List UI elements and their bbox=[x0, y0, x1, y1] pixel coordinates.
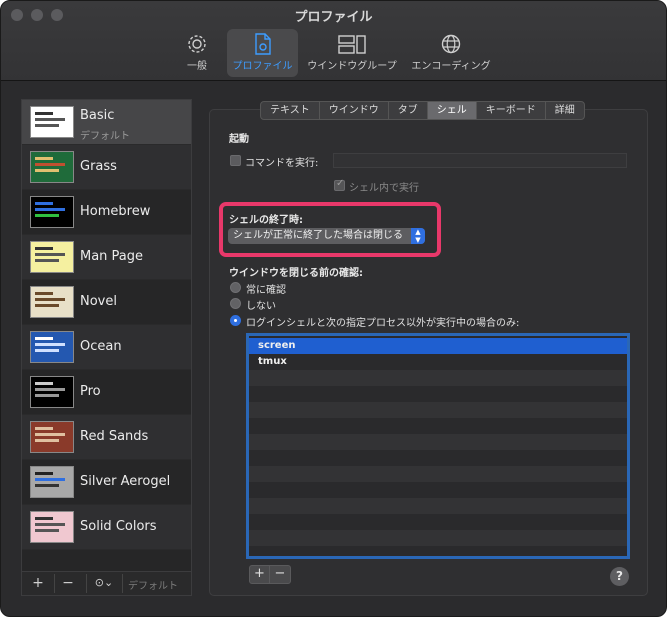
profile-document-icon bbox=[254, 33, 271, 55]
remove-process-button[interactable]: − bbox=[270, 566, 290, 583]
tab-text[interactable]: テキスト bbox=[261, 102, 320, 119]
run-command-field[interactable] bbox=[333, 153, 627, 168]
profile-item-novel[interactable]: Novel bbox=[22, 280, 191, 325]
gear-icon bbox=[188, 35, 206, 53]
confirm-never-label: しない bbox=[246, 301, 276, 312]
titlebar: プロファイル 一般 プロファイル ウインドウグループ エンコーディング bbox=[1, 1, 666, 81]
profile-name: Homebrew bbox=[80, 204, 151, 219]
profile-name: Pro bbox=[80, 384, 101, 399]
profile-thumbnail bbox=[30, 151, 74, 183]
profile-action-menu-button[interactable]: ⊙⌄ bbox=[90, 574, 118, 593]
window-group-icon bbox=[338, 35, 366, 54]
startup-heading: 起動 bbox=[229, 134, 249, 145]
profile-name: Silver Aerogel bbox=[80, 474, 171, 489]
close-confirm-heading: ウインドウを閉じる前の確認: bbox=[229, 268, 363, 279]
profile-thumbnail bbox=[30, 286, 74, 318]
settings-tabs: テキスト ウインドウ タブ シェル キーボード 詳細 bbox=[260, 101, 585, 120]
profile-list-footer: + − ⊙⌄ デフォルト bbox=[22, 571, 191, 595]
profile-item-pro[interactable]: Pro bbox=[22, 370, 191, 415]
profile-item-red-sands[interactable]: Red Sands bbox=[22, 415, 191, 460]
shell-exit-popup[interactable]: シェルが正常に終了した場合は閉じる ▲ ▼ bbox=[228, 228, 425, 244]
run-in-shell-label: シェル内で実行 bbox=[349, 183, 419, 194]
shell-exit-heading: シェルの終了時: bbox=[229, 215, 303, 226]
help-button[interactable]: ? bbox=[610, 567, 629, 586]
toolbar-profiles[interactable]: プロファイル bbox=[227, 29, 298, 77]
default-profile-label: デフォルト bbox=[80, 131, 130, 142]
profile-name: Ocean bbox=[80, 339, 122, 354]
tab-tab[interactable]: タブ bbox=[389, 102, 428, 119]
profile-item-solid-colors[interactable]: Solid Colors bbox=[22, 505, 191, 550]
profile-item-ocean[interactable]: Ocean bbox=[22, 325, 191, 370]
globe-icon bbox=[441, 34, 461, 54]
profile-thumbnail bbox=[30, 241, 74, 273]
tab-window[interactable]: ウインドウ bbox=[320, 102, 389, 119]
add-process-button[interactable]: + bbox=[250, 566, 270, 583]
confirm-always-radio[interactable] bbox=[230, 282, 241, 293]
toolbar-profiles-label: プロファイル bbox=[232, 61, 293, 72]
preferences-window: プロファイル 一般 プロファイル ウインドウグループ エンコーディング Basi… bbox=[0, 0, 667, 617]
toolbar-encodings-label: エンコーディング bbox=[411, 61, 491, 72]
toolbar-window-groups-label: ウインドウグループ bbox=[307, 61, 397, 72]
profile-item-homebrew[interactable]: Homebrew bbox=[22, 190, 191, 235]
confirm-always-label: 常に確認 bbox=[246, 285, 286, 296]
profile-thumbnail bbox=[30, 196, 74, 228]
run-command-label: コマンドを実行: bbox=[245, 158, 319, 169]
profile-thumbnail bbox=[30, 331, 74, 363]
set-default-button[interactable]: デフォルト bbox=[128, 577, 178, 592]
profile-thumbnail bbox=[30, 376, 74, 408]
profile-thumbnail bbox=[30, 106, 74, 138]
profile-name: Novel bbox=[80, 294, 117, 309]
toolbar-general[interactable]: 一般 bbox=[171, 29, 223, 77]
process-item[interactable]: tmux bbox=[249, 354, 627, 370]
run-command-checkbox[interactable] bbox=[230, 155, 241, 166]
profile-item-grass[interactable]: Grass bbox=[22, 145, 191, 190]
toolbar-window-groups[interactable]: ウインドウグループ bbox=[303, 29, 401, 77]
profile-item-basic[interactable]: Basic デフォルト bbox=[22, 100, 191, 145]
run-in-shell-checkbox[interactable] bbox=[334, 178, 345, 191]
profile-name: Red Sands bbox=[80, 429, 149, 444]
window-title: プロファイル bbox=[294, 10, 373, 25]
confirm-if-processes-label: ログインシェルと次の指定プロセス以外が実行中の場合のみ: bbox=[246, 318, 520, 329]
profile-item-silver-aerogel[interactable]: Silver Aerogel bbox=[22, 460, 191, 505]
profile-list[interactable]: Basic デフォルト Grass Homebrew Man Page Nove… bbox=[21, 99, 192, 596]
profile-name: Grass bbox=[80, 159, 117, 174]
toolbar-general-label: 一般 bbox=[187, 61, 207, 72]
shell-exit-selected-option: シェルが正常に終了した場合は閉じる bbox=[233, 230, 403, 241]
remove-profile-button[interactable]: − bbox=[56, 574, 80, 593]
profile-name: Solid Colors bbox=[80, 519, 157, 534]
toolbar-encodings[interactable]: エンコーディング bbox=[407, 29, 495, 77]
profile-thumbnail bbox=[30, 511, 74, 543]
profile-name: Man Page bbox=[80, 249, 144, 264]
process-list[interactable]: screen tmux bbox=[246, 333, 630, 559]
chevron-up-down-icon: ▲ ▼ bbox=[411, 228, 425, 244]
tab-advanced[interactable]: 詳細 bbox=[546, 102, 584, 119]
confirm-if-processes-radio[interactable] bbox=[230, 315, 241, 326]
profile-item-man-page[interactable]: Man Page bbox=[22, 235, 191, 280]
process-item[interactable]: screen bbox=[249, 338, 627, 354]
profile-thumbnail bbox=[30, 421, 74, 453]
profile-name: Basic bbox=[80, 108, 115, 123]
tab-shell[interactable]: シェル bbox=[427, 102, 477, 119]
tab-keyboard[interactable]: キーボード bbox=[477, 102, 546, 119]
profile-thumbnail bbox=[30, 466, 74, 498]
process-list-buttons: + − bbox=[249, 565, 291, 584]
confirm-never-radio[interactable] bbox=[230, 298, 241, 309]
add-profile-button[interactable]: + bbox=[26, 574, 50, 593]
